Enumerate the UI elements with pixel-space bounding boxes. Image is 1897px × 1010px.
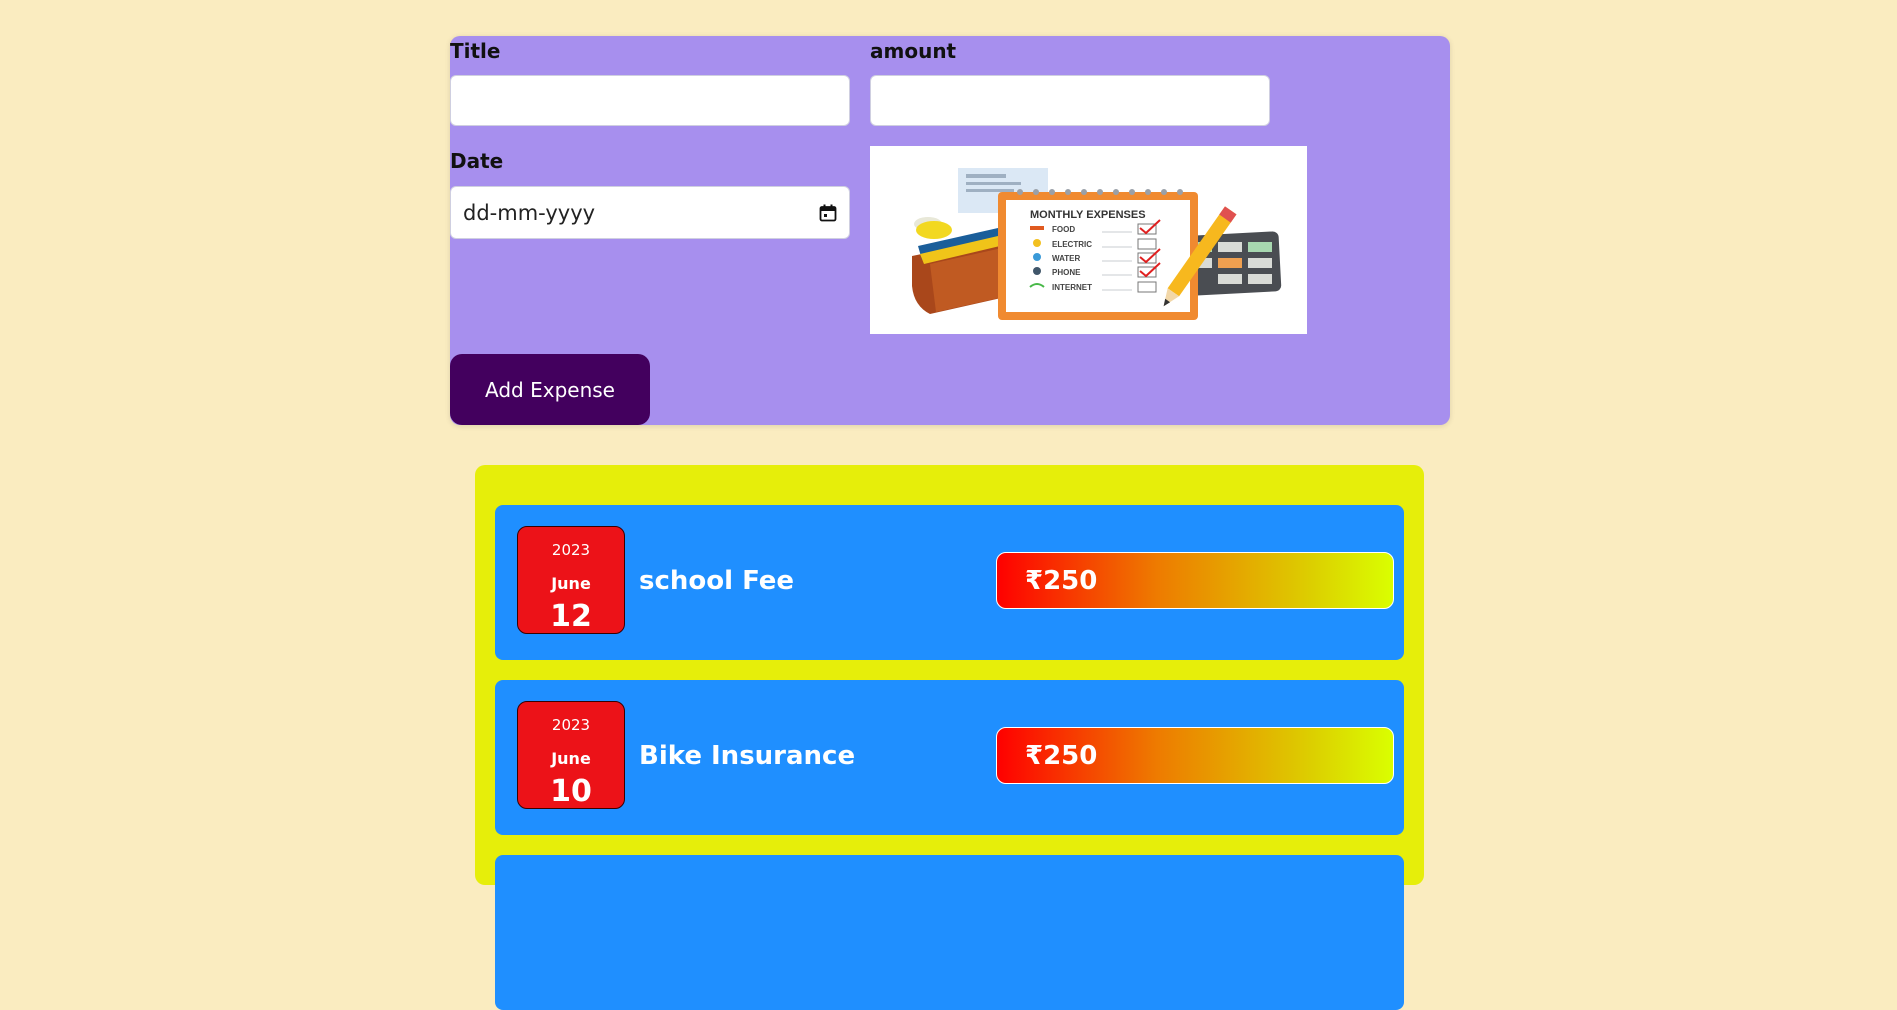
date-input[interactable]: dd-mm-yyyy xyxy=(450,186,850,239)
expense-amount: ₹250 xyxy=(996,727,1394,784)
illustration-row-internet: INTERNET xyxy=(1052,283,1092,292)
expense-month: June xyxy=(551,574,591,593)
date-label: Date xyxy=(450,149,504,173)
expense-list: 2023 June 12 school Fee ₹250 2023 June 1… xyxy=(475,465,1424,1010)
expense-month: June xyxy=(551,749,591,768)
illustration-row-water: WATER xyxy=(1052,254,1081,263)
expense-form: Title amount Date dd-mm-yyyy MONTHLY EXP… xyxy=(450,36,1450,425)
expense-item-partial[interactable] xyxy=(495,855,1404,1010)
add-expense-button[interactable]: Add Expense xyxy=(450,354,650,425)
amount-input[interactable] xyxy=(870,75,1270,126)
illustration-heading: MONTHLY EXPENSES xyxy=(1030,209,1146,221)
date-placeholder: dd-mm-yyyy xyxy=(463,200,596,225)
expense-item[interactable]: 2023 June 12 school Fee ₹250 xyxy=(495,505,1404,660)
illustration-row-phone: PHONE xyxy=(1052,268,1081,277)
expense-title: Bike Insurance xyxy=(639,741,856,771)
title-input[interactable] xyxy=(450,75,850,126)
date-badge: 2023 June 12 xyxy=(517,526,625,634)
expense-amount: ₹250 xyxy=(996,552,1394,609)
expense-day: 10 xyxy=(550,774,592,809)
expense-item[interactable]: 2023 June 10 Bike Insurance ₹250 xyxy=(495,680,1404,835)
expense-title: school Fee xyxy=(639,566,795,596)
expense-year: 2023 xyxy=(551,541,591,559)
illustration-row-electric: ELECTRIC xyxy=(1052,240,1092,249)
expense-day: 12 xyxy=(550,599,592,634)
amount-label: amount xyxy=(870,39,957,63)
expense-year: 2023 xyxy=(551,716,591,734)
title-label: Title xyxy=(450,39,501,63)
date-badge: 2023 June 10 xyxy=(517,701,625,809)
illustration-row-food: FOOD xyxy=(1052,225,1075,234)
monthly-expenses-illustration: MONTHLY EXPENSES FOOD ELECTRIC WATER PHO… xyxy=(870,146,1307,334)
calendar-icon[interactable] xyxy=(819,204,837,222)
